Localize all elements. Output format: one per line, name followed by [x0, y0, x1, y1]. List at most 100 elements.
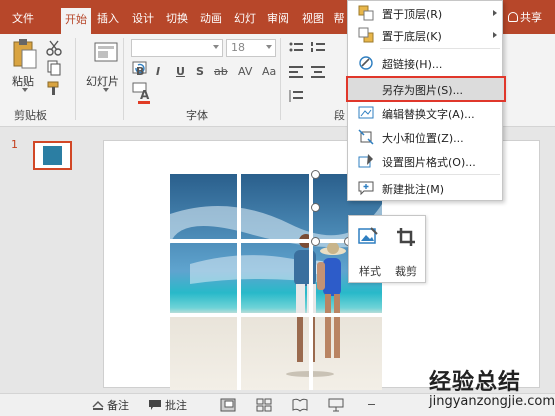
menu-item-label: 大小和位置(Z)... [382, 132, 464, 145]
underline-button[interactable]: U [176, 65, 185, 78]
copy-icon[interactable] [46, 60, 62, 76]
mini-toolbar: 样式 裁剪 [348, 215, 426, 283]
strikethrough-button[interactable]: ab [214, 65, 228, 78]
bullets-icon[interactable] [288, 40, 304, 56]
menu-item-size-position[interactable]: 大小和位置(Z)... [348, 126, 504, 148]
tab-help[interactable]: 帮 [330, 9, 348, 31]
new-slide-label: 幻灯片 [86, 75, 119, 88]
new-slide-button[interactable]: 幻灯片 [86, 38, 126, 98]
crop-label: 裁剪 [395, 265, 417, 278]
format-painter-icon[interactable] [46, 80, 62, 96]
tab-animations[interactable]: 动画 [196, 9, 226, 31]
menu-item-label: 超链接(H)... [382, 58, 443, 71]
share-button[interactable]: 共享 [508, 9, 542, 25]
notes-label: 备注 [107, 399, 129, 412]
menu-item-format-picture[interactable]: 设置图片格式(O)... [348, 150, 504, 172]
size-position-icon [358, 129, 374, 145]
zoom-out-icon[interactable] [368, 404, 375, 405]
paste-button[interactable]: 粘贴 [10, 38, 40, 92]
font-size-value: 18 [231, 41, 245, 54]
bold-button[interactable]: B [136, 65, 144, 78]
font-group-label: 字体 [186, 109, 208, 122]
italic-button[interactable]: I [156, 65, 160, 78]
chevron-down-icon [22, 88, 28, 92]
person-icon [508, 12, 518, 22]
change-case-button[interactable]: Aa [262, 65, 276, 78]
paste-icon [13, 39, 37, 69]
watermark-sub: jingyanzongjie.com [429, 394, 555, 409]
comments-label: 批注 [165, 399, 187, 412]
watermark-main: 经验总结 [429, 370, 522, 395]
menu-item-send-to-back[interactable]: 置于底层(K) [348, 24, 504, 46]
tab-insert[interactable]: 插入 [93, 9, 123, 31]
menu-item-label: 置于顶层(R) [382, 8, 443, 21]
tab-review[interactable]: 审阅 [263, 9, 293, 31]
chevron-right-icon [493, 10, 497, 16]
menu-item-save-as-picture[interactable]: 另存为图片(S)... [346, 76, 506, 102]
shadow-button[interactable]: S [196, 65, 204, 78]
new-comment-icon [358, 181, 374, 196]
paragraph-group-label: 段 [334, 109, 345, 122]
clipboard-group-label: 剪贴板 [14, 109, 47, 122]
slide-sorter-icon[interactable] [256, 398, 272, 412]
tab-slideshow[interactable]: 幻灯 [230, 9, 260, 31]
numbering-icon[interactable] [310, 40, 326, 56]
menu-item-bring-to-front[interactable]: 置于顶层(R) [348, 2, 504, 24]
slide-thumbnail-panel: 1 [0, 128, 90, 392]
crop-button[interactable]: 裁剪 [391, 220, 421, 278]
grid-divider [237, 174, 241, 390]
resize-handle[interactable] [311, 170, 320, 179]
comment-icon [149, 400, 161, 410]
chevron-down-icon [103, 88, 109, 92]
reading-view-icon[interactable] [292, 398, 308, 412]
new-slide-icon [94, 42, 118, 62]
tab-file[interactable]: 文件 [6, 9, 40, 31]
comments-button[interactable]: 批注 [148, 397, 196, 413]
resize-handle[interactable] [311, 203, 320, 212]
menu-item-new-comment[interactable]: 新建批注(M) [348, 177, 504, 199]
notes-button[interactable]: 备注 [92, 397, 137, 413]
group-separator [123, 38, 124, 120]
chevron-down-icon [266, 45, 272, 49]
format-picture-icon [358, 154, 373, 168]
align-left-icon[interactable] [288, 64, 304, 80]
slide-thumbnail[interactable] [33, 141, 72, 170]
chevron-down-icon [213, 45, 219, 49]
tab-transitions[interactable]: 切换 [162, 9, 192, 31]
cut-icon[interactable] [46, 40, 62, 56]
menu-item-hyperlink[interactable]: 超链接(H)... [348, 52, 504, 74]
menu-separator [380, 48, 500, 49]
tab-view[interactable]: 视图 [298, 9, 328, 31]
menu-item-label: 设置图片格式(O)... [382, 156, 476, 169]
tab-home[interactable]: 开始 [61, 8, 91, 34]
resize-handle[interactable] [311, 237, 320, 246]
send-to-back-icon [358, 27, 374, 43]
tab-design[interactable]: 设计 [128, 9, 158, 31]
share-label: 共享 [520, 11, 542, 24]
char-spacing-button[interactable]: AV [238, 65, 252, 78]
style-label: 样式 [359, 265, 381, 278]
normal-view-icon[interactable] [220, 398, 236, 412]
font-size-dropdown[interactable]: 18 [226, 39, 276, 57]
font-name-dropdown[interactable] [131, 39, 223, 57]
font-color-button[interactable]: A [140, 88, 149, 102]
menu-item-label: 另存为图片(S)... [382, 84, 464, 97]
context-menu: 置于顶层(R) 置于底层(K) 超链接(H)... 另存为图片(S)... 编辑… [346, 0, 506, 201]
line-spacing-icon[interactable] [288, 88, 304, 104]
group-separator [75, 38, 76, 120]
slideshow-icon[interactable] [328, 398, 344, 412]
font-color-swatch [138, 101, 150, 104]
notes-icon [92, 401, 104, 410]
style-button[interactable]: 样式 [355, 220, 385, 278]
hyperlink-icon [359, 56, 373, 70]
thumbnail-picture [43, 146, 62, 165]
align-center-icon[interactable] [310, 64, 326, 80]
paste-label: 粘贴 [12, 75, 34, 88]
chevron-right-icon [493, 32, 497, 38]
bring-to-front-icon [358, 5, 374, 21]
menu-item-label: 置于底层(K) [382, 30, 442, 43]
slide-number: 1 [11, 138, 18, 151]
grid-divider [170, 313, 382, 317]
menu-item-label: 编辑替换文字(A)... [382, 108, 475, 121]
menu-item-edit-alt-text[interactable]: 编辑替换文字(A)... [348, 102, 504, 124]
